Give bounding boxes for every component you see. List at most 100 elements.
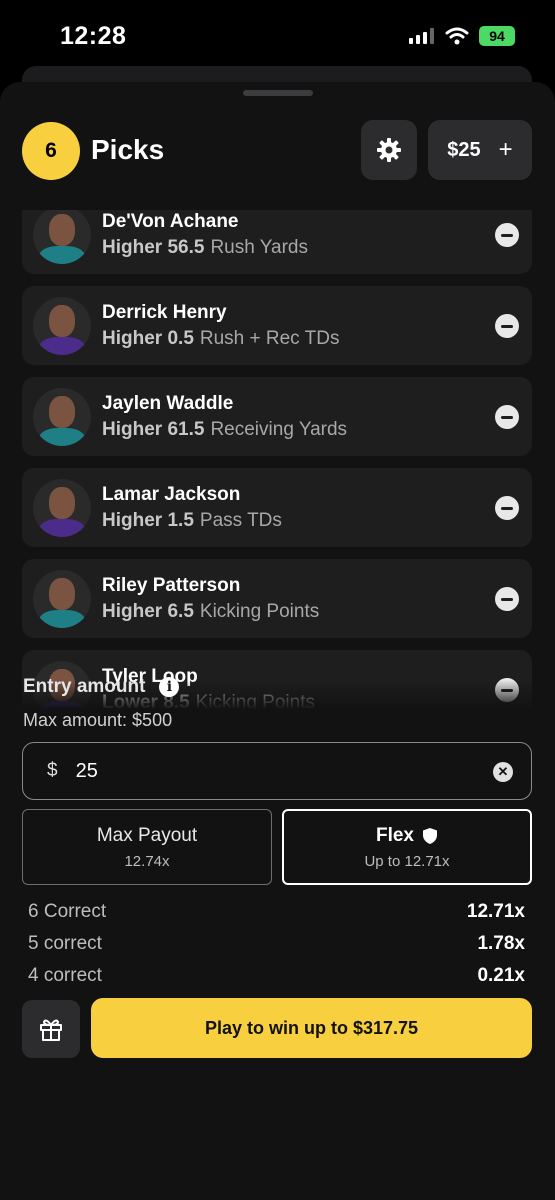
avatar-jersey [39,246,85,264]
info-icon[interactable]: i [159,677,180,697]
minus-icon [501,233,513,237]
pick-line: Higher 1.5 Pass TDs [102,510,282,532]
cellular-signal-icon [409,28,434,44]
pick-direction-line: Higher 6.5 [102,601,194,622]
payout-row: 5 correct 1.78x [28,928,525,960]
play-button[interactable]: Play to win up to $317.75 [91,998,532,1058]
flex-option[interactable]: Flex Up to 12.71x [282,809,532,885]
max-payout-title: Max Payout [96,824,198,846]
minus-icon [501,597,513,601]
entry-amount-value[interactable]: 25 [76,760,98,783]
avatar-head [49,578,75,610]
player-avatar [33,210,91,264]
pick-card[interactable]: Riley Patterson Higher 6.5 Kicking Points [22,559,532,638]
player-avatar [33,479,91,537]
max-amount-text: Max amount: $500 [23,710,173,730]
pick-card[interactable]: Jaylen Waddle Higher 61.5 Receiving Yards [22,377,532,456]
player-name: Riley Patterson [102,575,241,596]
pick-stat: Pass TDs [199,510,282,531]
pick-card[interactable]: Derrick Henry Higher 0.5 Rush + Rec TDs [22,286,532,365]
payout-multiplier: 1.78x [477,933,525,954]
pick-line-value: 1.5 [167,510,194,531]
pick-direction-line: Higher 0.5 [102,328,194,349]
pick-line: Higher 6.5 Kicking Points [102,601,319,623]
pick-direction: Higher [102,419,163,440]
player-avatar [33,570,91,628]
status-time: 12:28 [60,22,127,50]
player-name: Derrick Henry [102,302,227,323]
minus-icon [501,506,513,510]
settings-button[interactable] [361,120,417,180]
sheet-grabber[interactable] [243,90,313,96]
remove-pick-button[interactable] [495,587,519,611]
entry-amount-label: Entry amount i [23,676,180,698]
clear-icon[interactable]: ✕ [493,762,513,782]
picks-list: De'Von Achane Higher 56.5 Rush Yards Derr… [22,210,532,710]
pick-card[interactable]: De'Von Achane Higher 56.5 Rush Yards [22,210,532,274]
balance-amount: $25 [447,138,481,161]
pick-line-value: 6.5 [167,601,194,622]
pick-line-value: 0.5 [167,328,194,349]
pick-stat: Receiving Yards [210,419,348,440]
remove-pick-button[interactable] [495,223,519,247]
max-payout-multiplier: 12.74x [124,852,170,870]
picks-title: Picks [91,134,165,165]
payout-multiplier: 12.71x [466,901,525,922]
minus-icon [501,324,513,328]
pick-direction: Higher [102,237,163,258]
add-funds-button[interactable]: $25 + [428,120,532,180]
max-payout-option[interactable]: Max Payout 12.74x [22,809,272,885]
sheet-header: 6 Picks $25 + [22,120,533,180]
payout-label: 6 Correct [28,901,107,922]
pick-stat: Kicking Points [199,601,320,622]
pick-stat: Rush Yards [210,237,308,258]
player-avatar [33,297,91,355]
flex-multiplier: Up to 12.71x [364,852,450,870]
pick-stat: Rush + Rec TDs [199,328,340,349]
avatar-head [49,214,75,246]
entry-amount-input[interactable]: $ 25 ✕ [22,742,532,800]
payout-label: 4 correct [28,965,102,986]
pick-line-value: 61.5 [167,419,205,440]
avatar-jersey [39,337,85,355]
currency-symbol: $ [47,760,58,781]
avatar-jersey [39,519,85,537]
pick-line: Higher 56.5 Rush Yards [102,237,308,259]
remove-pick-button[interactable] [495,405,519,429]
shield-icon [423,827,438,844]
payout-row: 4 correct 0.21x [28,960,525,992]
status-bar: 12:28 94 [0,0,555,70]
gift-button[interactable] [22,1000,80,1058]
pick-direction-line: Higher 1.5 [102,510,194,531]
pick-card[interactable]: Lamar Jackson Higher 1.5 Pass TDs [22,468,532,547]
wifi-icon [445,27,469,45]
remove-pick-button[interactable] [495,496,519,520]
avatar-jersey [39,610,85,628]
pick-line-value: 56.5 [167,237,205,258]
player-name: Lamar Jackson [102,484,241,505]
pick-line: Higher 0.5 Rush + Rec TDs [102,328,339,350]
flex-title-row: Flex [376,825,438,847]
player-name: De'Von Achane [102,211,239,232]
pick-direction-line: Higher 61.5 [102,419,204,440]
player-name: Jaylen Waddle [102,393,234,414]
avatar-jersey [39,428,85,446]
battery-indicator: 94 [479,26,515,46]
pick-line: Higher 61.5 Receiving Yards [102,419,347,441]
gift-icon [40,1019,62,1041]
picks-scroll-area[interactable]: De'Von Achane Higher 56.5 Rush Yards Derr… [22,210,532,710]
avatar-head [49,305,75,337]
minus-icon [501,415,513,419]
pick-direction: Higher [102,601,163,622]
gear-icon [377,138,401,162]
payout-table: 6 Correct 12.71x 5 correct 1.78x 4 corre… [28,896,525,992]
flex-title: Flex [375,824,415,846]
payout-multiplier: 0.21x [477,965,525,986]
status-icons: 94 [409,26,515,46]
pick-count-badge: 6 [22,122,80,180]
plus-icon: + [498,136,513,163]
payout-row: 6 Correct 12.71x [28,896,525,928]
avatar-head [49,487,75,519]
avatar-head [49,396,75,428]
remove-pick-button[interactable] [495,314,519,338]
